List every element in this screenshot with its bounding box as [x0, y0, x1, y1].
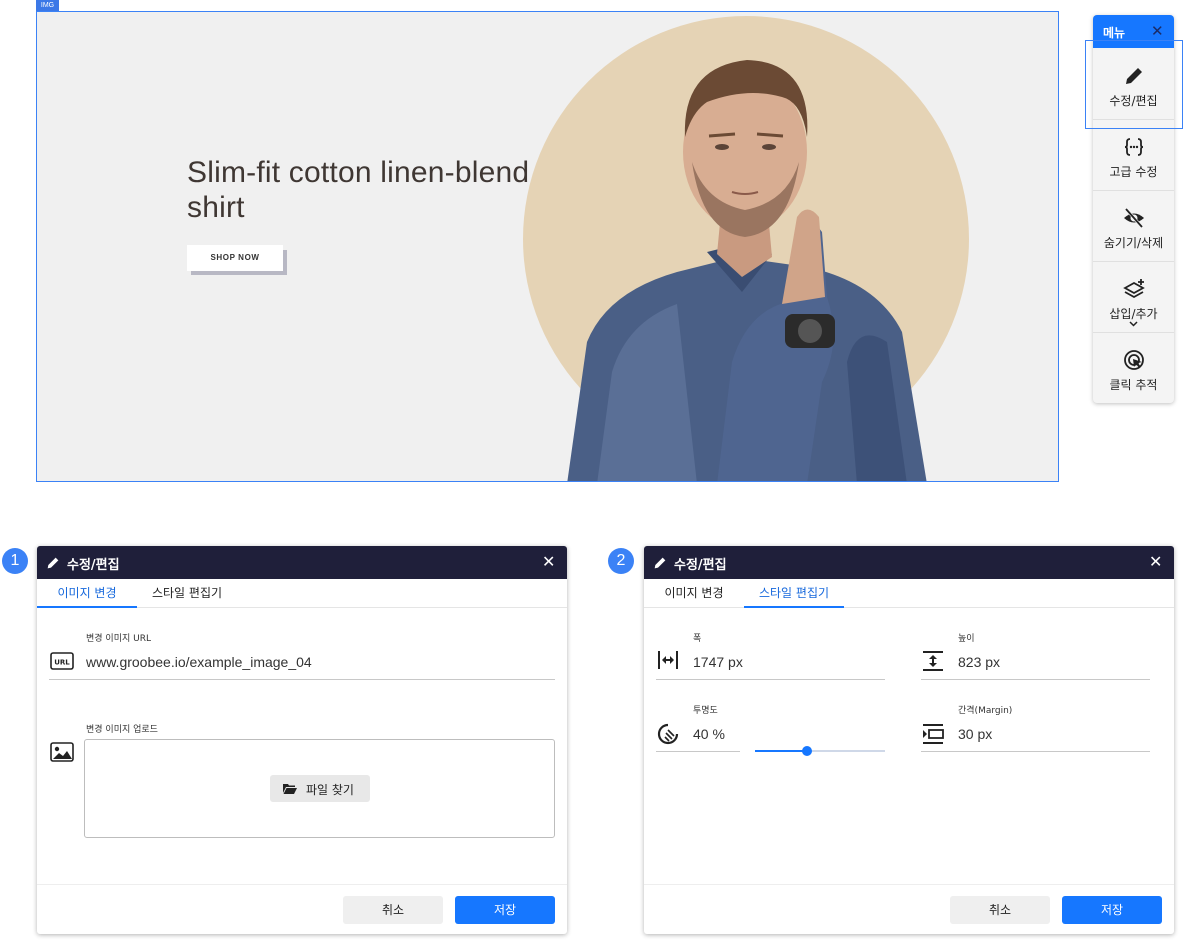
width-input-underline [656, 679, 885, 680]
banner-headline: Slim-fit cotton linen-blend shirt [187, 156, 530, 224]
width-arrows-icon [658, 651, 678, 669]
tab-style-editor[interactable]: 스타일 편집기 [744, 579, 844, 608]
browse-file-button[interactable]: 파일 찾기 [270, 775, 370, 802]
close-icon[interactable]: ✕ [1151, 22, 1164, 40]
tab-style-editor[interactable]: 스타일 편집기 [137, 579, 237, 608]
menu-item-advanced-edit[interactable]: 고급 수정 [1093, 121, 1174, 191]
margin-input[interactable]: 30 px [958, 726, 992, 742]
menu-item-label: 고급 수정 [1109, 165, 1158, 179]
cancel-button[interactable]: 취소 [950, 896, 1050, 924]
edit-dialog-image: 수정/편집 ✕ 이미지 변경 스타일 편집기 변경 이미지 URL URL ww… [37, 546, 567, 934]
opacity-input-underline [656, 751, 740, 752]
upload-field-label: 변경 이미지 업로드 [86, 725, 158, 735]
dialog-title: 수정/편집 [674, 558, 727, 573]
file-upload-dropzone[interactable]: 파일 찾기 [84, 739, 555, 838]
element-type-tag: IMG [36, 0, 59, 11]
chevron-down-icon [1129, 321, 1138, 327]
height-arrows-icon [923, 651, 943, 671]
margin-input-underline [921, 751, 1150, 752]
menu-item-label: 삽입/추가 [1109, 307, 1158, 321]
save-button[interactable]: 저장 [1062, 896, 1162, 924]
menu-item-hide-delete[interactable]: 숨기기/삭제 [1093, 192, 1174, 262]
click-target-icon [1124, 350, 1144, 370]
height-input-underline [921, 679, 1150, 680]
dialog-tabs: 이미지 변경 스타일 편집기 [37, 579, 567, 608]
dialog-header: 수정/편집 ✕ [644, 546, 1174, 579]
menu-item-label: 숨기기/삭제 [1103, 236, 1164, 250]
opacity-label: 투명도 [693, 706, 718, 716]
height-input[interactable]: 823 px [958, 654, 1000, 670]
layers-plus-icon [1123, 279, 1145, 299]
url-input-underline [49, 679, 555, 680]
cancel-button[interactable]: 취소 [343, 896, 443, 924]
margin-label: 간격(Margin) [958, 706, 1013, 716]
width-input[interactable]: 1747 px [693, 654, 743, 670]
menu-item-click-tracking[interactable]: 클릭 추적 [1093, 334, 1174, 403]
edit-dialog-style: 수정/편집 ✕ 이미지 변경 스타일 편집기 폭 1747 px 높이 823 … [644, 546, 1174, 934]
menu-item-label: 클릭 추적 [1109, 378, 1158, 392]
width-label: 폭 [693, 634, 702, 644]
step-badge-2: 2 [608, 548, 634, 574]
svg-text:URL: URL [54, 659, 70, 667]
opacity-slider-handle[interactable] [802, 746, 812, 756]
url-icon: URL [50, 652, 74, 670]
url-field-label: 변경 이미지 URL [86, 634, 151, 644]
save-button[interactable]: 저장 [455, 896, 555, 924]
shop-now-button[interactable]: SHOP NOW [187, 245, 283, 271]
banner-image[interactable]: Slim-fit cotton linen-blend shirt SHOP N… [36, 11, 1059, 482]
eye-off-icon [1124, 208, 1144, 228]
dialog-footer-divider [644, 884, 1174, 885]
opacity-slider-fill [755, 750, 807, 752]
opacity-input[interactable]: 40 % [693, 726, 725, 742]
height-label: 높이 [958, 634, 975, 644]
dialog-footer-divider [37, 884, 567, 885]
code-braces-icon [1124, 138, 1144, 156]
opacity-icon [657, 723, 679, 745]
tab-image-change[interactable]: 이미지 변경 [644, 579, 744, 608]
close-icon[interactable]: ✕ [1149, 552, 1162, 571]
dialog-header: 수정/편집 ✕ [37, 546, 567, 579]
menu-title: 메뉴 [1103, 26, 1126, 40]
model-photo [567, 60, 927, 481]
dialog-tabs: 이미지 변경 스타일 편집기 [644, 579, 1174, 608]
close-icon[interactable]: ✕ [542, 552, 555, 571]
pencil-icon [654, 557, 666, 569]
dialog-title: 수정/편집 [67, 558, 120, 573]
tab-image-change[interactable]: 이미지 변경 [37, 579, 137, 608]
url-input[interactable]: www.groobee.io/example_image_04 [86, 654, 312, 670]
folder-open-icon [283, 784, 297, 794]
menu-selection-highlight [1085, 40, 1183, 129]
menu-item-insert-add[interactable]: 삽입/추가 [1093, 263, 1174, 333]
browse-file-label: 파일 찾기 [306, 783, 354, 797]
step-badge-1: 1 [2, 548, 28, 574]
margin-icon [923, 724, 944, 744]
pencil-icon [47, 557, 59, 569]
image-icon [50, 742, 74, 762]
